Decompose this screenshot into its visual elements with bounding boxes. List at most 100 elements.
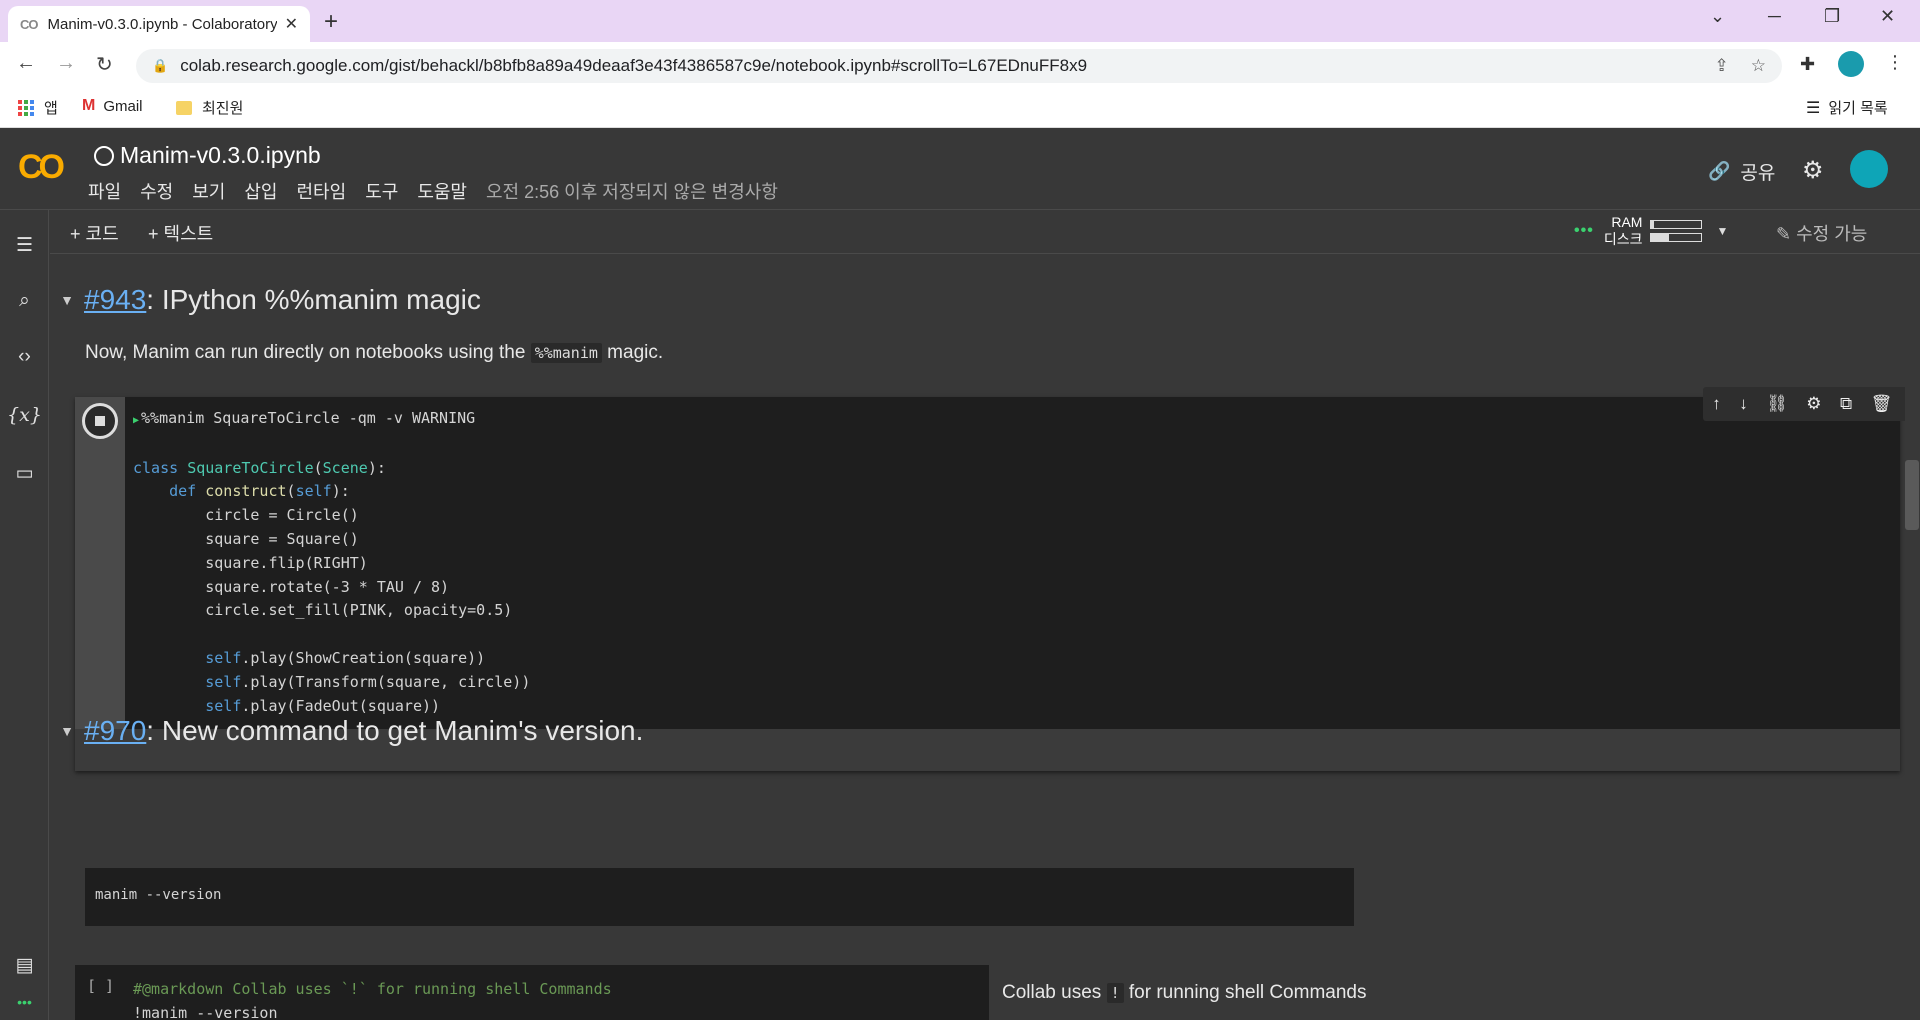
menu-insert[interactable]: 삽입 bbox=[244, 178, 277, 204]
lock-icon[interactable]: 🔒 bbox=[152, 58, 168, 74]
disk-label: 디스크 bbox=[1603, 231, 1643, 247]
new-tab-icon[interactable]: + bbox=[324, 8, 338, 36]
save-status[interactable]: 오전 2:56 이후 저장되지 않은 변경사항 bbox=[486, 178, 778, 204]
ram-label: RAM bbox=[1611, 214, 1643, 230]
scrollbar-thumb[interactable] bbox=[1905, 460, 1919, 530]
folder-icon[interactable]: ▭ bbox=[0, 462, 49, 485]
code-line: square.rotate(-3 * TAU / 8) bbox=[205, 577, 450, 596]
move-down-icon[interactable]: ↓ bbox=[1739, 394, 1748, 414]
menu-file[interactable]: 파일 bbox=[88, 178, 121, 204]
search-icon[interactable]: ⌕ bbox=[0, 290, 49, 312]
close-window-icon[interactable]: ✕ bbox=[1880, 6, 1895, 27]
share-button[interactable]: 🔗 공유 bbox=[1708, 158, 1775, 185]
chevron-down-icon[interactable]: ▼ bbox=[1716, 224, 1728, 238]
code-cell[interactable]: [ ] #@markdown Collab uses `!` for runni… bbox=[75, 965, 989, 1020]
code-line: #@markdown Collab uses `!` for running s… bbox=[133, 980, 612, 998]
menu-tools[interactable]: 도구 bbox=[365, 178, 398, 204]
close-tab-icon[interactable]: ✕ bbox=[285, 14, 298, 34]
stop-run-button[interactable] bbox=[82, 403, 118, 439]
minimize-icon[interactable]: ─ bbox=[1768, 6, 1781, 27]
tab-search-icon[interactable]: ⌄ bbox=[1710, 6, 1725, 27]
code-line: circle = Circle() bbox=[205, 506, 359, 525]
browser-tab-bar: CO Manim-v0.3.0.ipynb - Colaboratory ✕ +… bbox=[0, 0, 1920, 42]
terminal-icon[interactable]: ••• bbox=[0, 994, 49, 1010]
address-bar-row: ← → ↻ 🔒 colab.research.google.com/gist/b… bbox=[0, 42, 1920, 88]
collapse-caret-icon[interactable]: ▼ bbox=[50, 723, 84, 739]
add-code-button[interactable]: + 코드 bbox=[70, 220, 119, 246]
pencil-icon: ✎ bbox=[1776, 224, 1792, 244]
url-text[interactable]: colab.research.google.com/gist/behackl/b… bbox=[180, 56, 1692, 76]
notebook-title[interactable]: Manim-v0.3.0.ipynb bbox=[94, 142, 321, 169]
gear-icon[interactable]: ⚙ bbox=[1806, 394, 1821, 414]
omnibox[interactable]: 🔒 colab.research.google.com/gist/behackl… bbox=[136, 49, 1782, 83]
ram-bar bbox=[1650, 220, 1703, 229]
command-palette-icon[interactable]: ▤ bbox=[0, 954, 49, 977]
notebook-title-text[interactable]: Manim-v0.3.0.ipynb bbox=[120, 142, 321, 169]
bookmark-label: Gmail bbox=[103, 97, 143, 115]
issue-link[interactable]: #943 bbox=[84, 284, 146, 316]
disk-bar bbox=[1650, 233, 1703, 242]
cell-code[interactable]: #@markdown Collab uses `!` for running s… bbox=[133, 977, 612, 1020]
menu-edit[interactable]: 수정 bbox=[140, 178, 173, 204]
apps-grid-icon bbox=[18, 99, 34, 116]
table-of-contents-icon[interactable]: ☰ bbox=[0, 234, 49, 257]
bookmark-folder[interactable]: 최진원 bbox=[176, 97, 243, 118]
section-title: : IPython %%manim magic bbox=[146, 284, 481, 315]
reading-list-icon: ☰ bbox=[1806, 99, 1821, 117]
bookmark-label: 최진원 bbox=[202, 100, 244, 117]
section-title: : New command to get Manim's version. bbox=[146, 715, 644, 746]
issue-link[interactable]: #970 bbox=[84, 715, 146, 747]
inline-code: %%manim bbox=[530, 343, 602, 363]
variables-icon[interactable]: {x} bbox=[0, 404, 49, 426]
link-icon[interactable]: ⛓ bbox=[1766, 394, 1788, 414]
gmail-icon: M bbox=[82, 97, 96, 114]
browser-tab[interactable]: CO Manim-v0.3.0.ipynb - Colaboratory ✕ bbox=[8, 6, 310, 42]
reload-icon[interactable]: ↻ bbox=[96, 52, 113, 77]
bookmark-gmail[interactable]: M Gmail bbox=[82, 97, 143, 115]
add-text-button[interactable]: + 텍스트 bbox=[148, 220, 213, 246]
colab-header: CO Manim-v0.3.0.ipynb 파일 수정 보기 삽입 런타임 도구… bbox=[0, 128, 1920, 210]
forward-icon[interactable]: → bbox=[56, 52, 76, 75]
reading-list[interactable]: ☰ 읽기 목록 bbox=[1806, 97, 1888, 118]
bookmark-star-icon[interactable]: ☆ bbox=[1751, 56, 1766, 76]
stop-icon bbox=[95, 416, 105, 426]
link-icon: 🔗 bbox=[1708, 161, 1731, 181]
bookmark-apps[interactable]: 앱 bbox=[18, 97, 58, 118]
bookmark-label: 앱 bbox=[44, 100, 58, 117]
restore-icon[interactable]: ❐ bbox=[1824, 6, 1840, 27]
ram-bar-fill bbox=[1651, 221, 1654, 228]
run-indicator-icon: ▶ bbox=[133, 415, 140, 426]
code-line: square = Square() bbox=[205, 529, 359, 548]
move-up-icon[interactable]: ↑ bbox=[1712, 394, 1721, 414]
execution-count[interactable]: [ ] bbox=[87, 977, 114, 995]
code-snippets-icon[interactable]: ‹› bbox=[0, 346, 49, 368]
mirror-cell-icon[interactable]: ⧉ bbox=[1840, 394, 1852, 414]
code-line: !manim --version bbox=[133, 1004, 278, 1020]
profile-avatar[interactable] bbox=[1838, 51, 1864, 77]
code-line: %%manim SquareToCircle -qm -v WARNING bbox=[141, 409, 476, 427]
browser-menu-icon[interactable]: ⋮ bbox=[1886, 52, 1904, 73]
delete-icon[interactable]: 🗑 bbox=[1871, 394, 1893, 414]
connected-status-icon: ••• bbox=[1574, 222, 1594, 239]
avatar[interactable] bbox=[1850, 150, 1888, 188]
extensions-icon[interactable]: ✚ bbox=[1800, 54, 1815, 75]
section-heading: ▼ #943 : IPython %%manim magic bbox=[50, 284, 481, 316]
menu-view[interactable]: 보기 bbox=[192, 178, 225, 204]
share-page-icon[interactable]: ⇪ bbox=[1715, 56, 1729, 76]
cell-toolbar: ↑ ↓ ⛓ ⚙ ⧉ 🗑 ⋮ bbox=[1703, 387, 1905, 421]
code-line: circle.set_fill(PINK, opacity=0.5) bbox=[205, 601, 513, 620]
cell-code[interactable]: ▶ %%manim SquareToCircle -qm -v WARNING c… bbox=[133, 407, 530, 718]
bookmarks-bar: 앱 M Gmail 최진원 ☰ 읽기 목록 bbox=[0, 88, 1920, 128]
collapse-caret-icon[interactable]: ▼ bbox=[50, 292, 84, 308]
back-icon[interactable]: ← bbox=[16, 52, 36, 75]
menu-runtime[interactable]: 런타임 bbox=[297, 178, 347, 204]
left-sidebar: ☰ ⌕ ‹› {x} ▭ ▤ ••• bbox=[0, 210, 49, 1020]
notebook-content: ▼ #943 : IPython %%manim magic Now, Mani… bbox=[50, 254, 1905, 1020]
menu-help[interactable]: 도움말 bbox=[417, 178, 467, 204]
cell-form-text: Collab uses ! for running shell Commands bbox=[1002, 982, 1367, 1003]
code-line: .play(ShowCreation(square)) bbox=[241, 648, 486, 667]
gear-icon[interactable]: ⚙ bbox=[1802, 156, 1824, 185]
colab-logo[interactable]: CO bbox=[18, 148, 65, 187]
edit-mode-button[interactable]: ✎ 수정 가능 bbox=[1776, 220, 1867, 246]
resource-monitor[interactable]: ••• RAM 디스크 ▼ bbox=[1574, 214, 1728, 248]
